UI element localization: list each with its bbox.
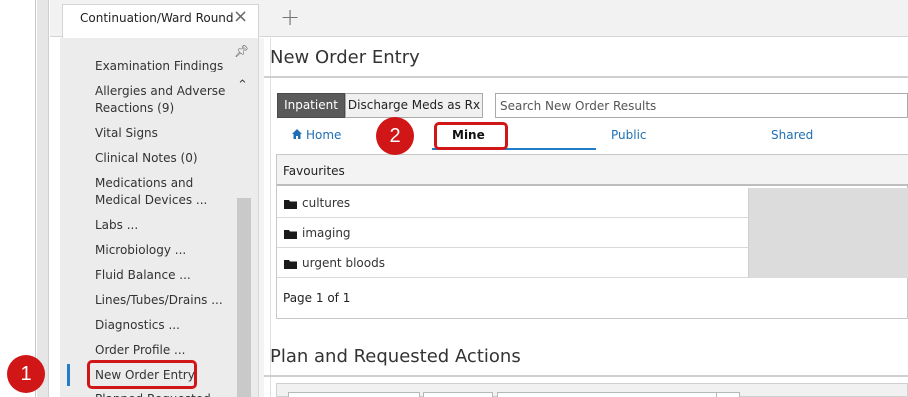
left-frame <box>0 0 36 397</box>
annotation-badge-2: 2 <box>376 117 414 155</box>
sidebar-item-order-profile[interactable]: Order Profile ... <box>95 342 235 359</box>
sidebar-item-microbiology[interactable]: Microbiology ... <box>95 242 235 259</box>
search-input[interactable] <box>495 93 908 118</box>
pin-icon[interactable]: 📌︎ <box>234 44 249 58</box>
page-title: New Order Entry <box>270 47 420 68</box>
sidebar-item-clinical-notes[interactable]: Clinical Notes (0) <box>95 150 235 167</box>
close-icon[interactable]: × <box>233 6 248 28</box>
sidebar-item-examination-findings[interactable]: Examination Findings <box>95 58 235 72</box>
list-item-detail <box>748 248 908 278</box>
list-item-detail <box>748 188 908 218</box>
inpatient-button[interactable]: Inpatient <box>277 93 345 118</box>
tab-home[interactable]: Home <box>306 128 341 142</box>
folder-icon <box>284 200 297 209</box>
list-item-label[interactable]: cultures <box>302 196 350 210</box>
sidebar-item-fluid-balance[interactable]: Fluid Balance ... <box>95 267 235 284</box>
favourites-title: Favourites <box>283 164 345 178</box>
plan-toolbar-field[interactable] <box>423 392 493 397</box>
list-item-label[interactable]: imaging <box>302 226 351 240</box>
active-item-indicator <box>67 364 70 386</box>
main-divider <box>270 38 271 397</box>
sidebar-item-medications[interactable]: Medications and Medical Devices ... <box>95 175 235 209</box>
left-scrollbar[interactable] <box>37 0 49 397</box>
tab-shared[interactable]: Shared <box>771 128 813 142</box>
tab-public[interactable]: Public <box>611 128 647 142</box>
title-divider <box>264 76 908 78</box>
annotation-highlight-1 <box>87 360 197 389</box>
list-item-detail <box>748 218 908 248</box>
plan-toolbar-field[interactable] <box>288 392 420 397</box>
sidebar-item-diagnostics[interactable]: Diagnostics ... <box>95 317 235 334</box>
sidebar-item-lines-tubes-drains[interactable]: Lines/Tubes/Drains ... <box>95 292 235 309</box>
sidebar-item-allergies[interactable]: Allergies and Adverse Reactions (9) <box>95 83 235 117</box>
sidebar-item-labs[interactable]: Labs ... <box>95 217 235 234</box>
plan-toolbar-button[interactable] <box>716 392 740 397</box>
sidebar-splitter[interactable] <box>258 38 264 397</box>
sidebar-item-planned-requested[interactable]: Planned Requested <box>95 391 235 397</box>
section-title: Plan and Requested Actions <box>270 346 521 367</box>
annotation-badge-1: 1 <box>7 355 45 393</box>
annotation-highlight-2 <box>434 122 508 150</box>
folder-icon <box>284 230 297 239</box>
home-icon[interactable] <box>291 128 303 140</box>
list-item-label[interactable]: urgent bloods <box>302 256 385 270</box>
favourites-header <box>277 155 908 186</box>
plan-toolbar-field[interactable] <box>497 392 717 397</box>
chevron-up-icon[interactable]: ⌃ <box>237 78 248 93</box>
plus-icon[interactable]: + <box>280 2 300 32</box>
tab-label: Continuation/Ward Round <box>80 11 234 25</box>
pager: Page 1 of 1 <box>283 291 351 305</box>
sidebar-item-vital-signs[interactable]: Vital Signs <box>95 125 235 142</box>
folder-icon <box>284 260 297 269</box>
discharge-meds-button[interactable]: Discharge Meds as Rx <box>345 93 483 118</box>
section-divider <box>264 375 908 377</box>
sidebar-scrollbar-thumb[interactable] <box>237 198 251 397</box>
